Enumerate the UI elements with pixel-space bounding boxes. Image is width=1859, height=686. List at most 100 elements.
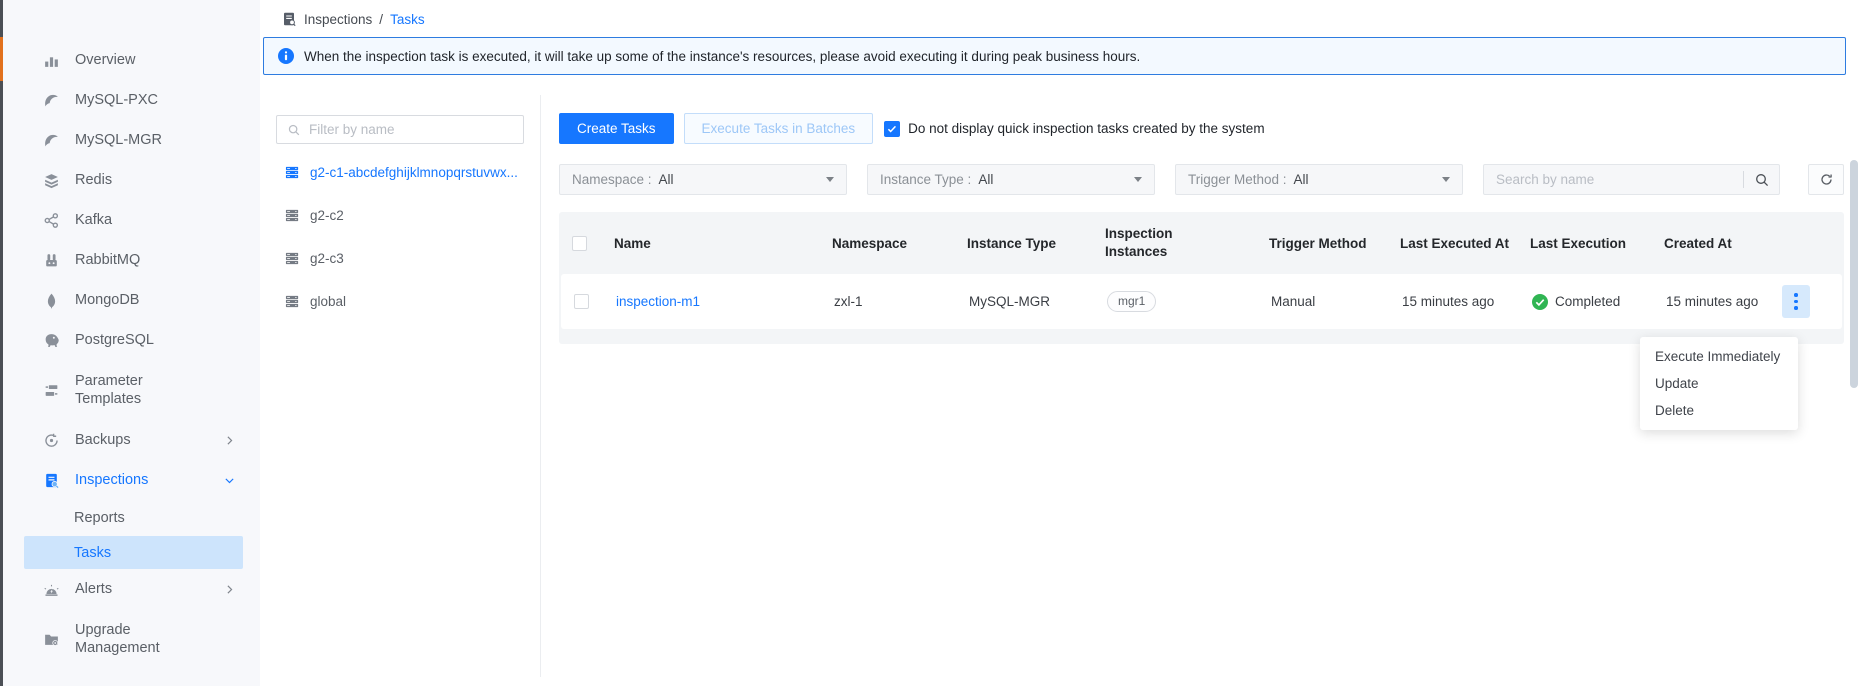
status-text: Completed xyxy=(1555,294,1620,309)
cluster-item-label: g2-c2 xyxy=(310,208,344,223)
sidebar-item-inspections[interactable]: Inspections xyxy=(3,460,260,500)
namespace-select[interactable]: Namespace : All xyxy=(559,164,847,195)
search-input[interactable] xyxy=(1496,172,1743,187)
column-header-instance-type[interactable]: Instance Type xyxy=(967,236,1105,251)
sidebar-item-label: Redis xyxy=(75,171,187,189)
sidebar: Overview MySQL-PXC MySQL-MGR Redis Kafka… xyxy=(3,0,260,686)
column-header-created-at[interactable]: Created At xyxy=(1664,236,1780,251)
cluster-item-label: g2-c3 xyxy=(310,251,344,266)
search-button[interactable] xyxy=(1744,165,1779,194)
instance-type-select-label: Instance Type : xyxy=(880,172,971,187)
instance-type-select[interactable]: Instance Type : All xyxy=(867,164,1155,195)
app-window: Overview MySQL-PXC MySQL-MGR Redis Kafka… xyxy=(0,0,1859,686)
cluster-item-g2-c1[interactable]: g2-c1-abcdefghijklmnopqrstuvwx... xyxy=(276,151,524,194)
row-actions-button[interactable] xyxy=(1782,285,1810,318)
sidebar-item-label: Inspections xyxy=(75,471,187,489)
sidebar-subitem-tasks[interactable]: Tasks xyxy=(24,536,243,569)
sidebar-item-postgresql[interactable]: PostgreSQL xyxy=(3,320,260,360)
caret-down-icon xyxy=(826,177,834,182)
column-header-namespace[interactable]: Namespace xyxy=(832,236,967,251)
instance-type-select-value: All xyxy=(978,172,993,187)
trigger-method-select[interactable]: Trigger Method : All xyxy=(1175,164,1463,195)
sidebar-item-mongodb[interactable]: MongoDB xyxy=(3,280,260,320)
instance-tag: mgr1 xyxy=(1107,291,1156,312)
refresh-icon xyxy=(1819,172,1834,187)
menu-item-update[interactable]: Update xyxy=(1640,370,1798,397)
create-tasks-button[interactable]: Create Tasks xyxy=(559,113,674,144)
sidebar-item-backups[interactable]: Backups xyxy=(3,420,260,460)
hide-system-tasks-checkbox-wrap[interactable]: Do not display quick inspection tasks cr… xyxy=(884,121,1264,137)
info-banner: When the inspection task is executed, it… xyxy=(263,37,1846,75)
vertical-scrollbar-thumb[interactable] xyxy=(1850,160,1858,388)
sidebar-item-label: Parameter Templates xyxy=(75,372,187,408)
menu-item-execute-immediately[interactable]: Execute Immediately xyxy=(1640,343,1798,370)
cluster-item-g2-c3[interactable]: g2-c3 xyxy=(276,237,524,280)
sidebar-item-label: Alerts xyxy=(75,580,187,598)
cluster-item-global[interactable]: global xyxy=(276,280,524,323)
sidebar-item-parameter-templates[interactable]: Parameter Templates xyxy=(3,360,260,420)
rabbit-icon xyxy=(43,252,60,269)
breadcrumb: Inspections / Tasks xyxy=(260,0,1859,27)
sidebar-item-label: Kafka xyxy=(75,211,187,229)
row-actions-menu: Execute Immediately Update Delete xyxy=(1640,337,1798,430)
sidebar-item-redis[interactable]: Redis xyxy=(3,160,260,200)
sidebar-item-upgrade-management[interactable]: Upgrade Management xyxy=(3,609,260,669)
server-icon xyxy=(285,294,300,309)
sidebar-item-mysql-mgr[interactable]: MySQL-MGR xyxy=(3,120,260,160)
breadcrumb-separator: / xyxy=(379,12,383,27)
search-icon xyxy=(287,123,301,137)
cluster-item-g2-c2[interactable]: g2-c2 xyxy=(276,194,524,237)
sidebar-item-label: MySQL-MGR xyxy=(75,131,187,149)
sidebar-item-label: Overview xyxy=(75,51,187,69)
checkbox-checked-icon[interactable] xyxy=(884,121,900,137)
sidebar-item-label: Upgrade Management xyxy=(75,621,187,657)
task-name-link[interactable]: inspection-m1 xyxy=(616,294,700,309)
node-graph-icon xyxy=(43,212,60,229)
server-icon xyxy=(285,208,300,223)
cluster-panel: g2-c1-abcdefghijklmnopqrstuvwx... g2-c2 … xyxy=(260,95,541,677)
chevron-down-icon xyxy=(223,474,236,487)
table-row: inspection-m1 zxl-1 MySQL-MGR mgr1 Manua… xyxy=(561,274,1842,329)
column-header-trigger-method[interactable]: Trigger Method xyxy=(1269,236,1400,251)
sidebar-item-overview[interactable]: Overview xyxy=(3,40,260,80)
column-header-name[interactable]: Name xyxy=(614,236,832,251)
sidebar-item-label: PostgreSQL xyxy=(75,331,187,349)
column-header-last-executed-at[interactable]: Last Executed At xyxy=(1400,236,1530,251)
cell-last-executed-at: 15 minutes ago xyxy=(1402,294,1532,309)
caret-down-icon xyxy=(1442,177,1450,182)
search-icon xyxy=(1754,172,1770,188)
menu-item-delete[interactable]: Delete xyxy=(1640,397,1798,424)
column-header-inspection-instances[interactable]: Inspection Instances xyxy=(1105,225,1269,261)
toolbar: Create Tasks Execute Tasks in Batches Do… xyxy=(559,113,1844,144)
left-edge-accent xyxy=(0,37,3,81)
chevron-right-icon xyxy=(223,583,236,596)
sidebar-item-kafka[interactable]: Kafka xyxy=(3,200,260,240)
leaf-icon xyxy=(43,292,60,309)
sidebar-item-alerts[interactable]: Alerts xyxy=(3,569,260,609)
refresh-button[interactable] xyxy=(1808,164,1844,195)
tasks-table: Name Namespace Instance Type Inspection … xyxy=(559,212,1844,344)
select-all-checkbox[interactable] xyxy=(572,236,587,251)
sidebar-item-rabbitmq[interactable]: RabbitMQ xyxy=(3,240,260,280)
inspection-icon xyxy=(281,11,297,27)
breadcrumb-current[interactable]: Tasks xyxy=(390,12,425,27)
sidebar-item-label: MongoDB xyxy=(75,291,187,309)
hide-system-tasks-label: Do not display quick inspection tasks cr… xyxy=(908,121,1264,136)
row-checkbox[interactable] xyxy=(574,294,589,309)
folder-gear-icon xyxy=(43,631,60,648)
sidebar-subitem-reports[interactable]: Reports xyxy=(3,500,260,536)
execution-status: Completed xyxy=(1532,294,1658,310)
layers-icon xyxy=(43,172,60,189)
backup-icon xyxy=(43,432,60,449)
column-header-last-execution[interactable]: Last Execution xyxy=(1530,236,1664,251)
filter-row: Namespace : All Instance Type : All Trig… xyxy=(559,164,1844,195)
cluster-filter-input[interactable] xyxy=(309,122,513,137)
cell-namespace: zxl-1 xyxy=(834,294,969,309)
chevron-right-icon xyxy=(223,434,236,447)
execute-batches-button[interactable]: Execute Tasks in Batches xyxy=(684,113,874,144)
trigger-method-select-label: Trigger Method : xyxy=(1188,172,1287,187)
sidebar-item-label: Backups xyxy=(75,431,187,449)
dolphin-icon xyxy=(43,92,60,109)
breadcrumb-section[interactable]: Inspections xyxy=(304,12,372,27)
sidebar-item-mysql-pxc[interactable]: MySQL-PXC xyxy=(3,80,260,120)
